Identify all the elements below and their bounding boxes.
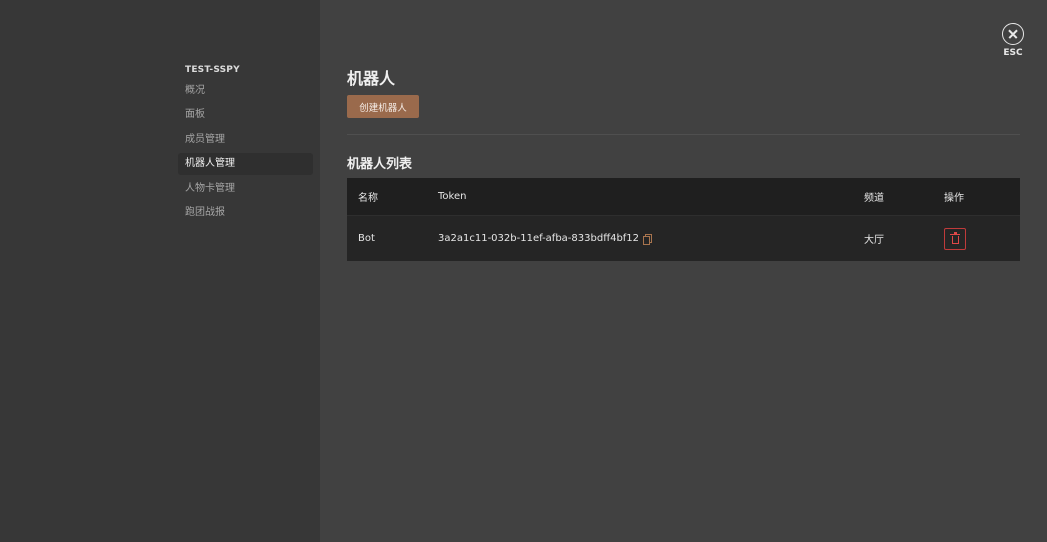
bot-name: Bot xyxy=(358,233,375,244)
table-row: Bot 3a2a1c11-032b-11ef-afba-833bdff4bf12… xyxy=(347,216,1020,261)
server-name: TEST-SSPY xyxy=(185,65,240,75)
page-title: 机器人 xyxy=(347,69,396,88)
trash-icon xyxy=(950,232,960,244)
column-header-channel: 频道 xyxy=(864,193,884,204)
bot-channel: 大厅 xyxy=(864,235,884,246)
copy-icon[interactable] xyxy=(643,233,653,245)
sidebar-nav: TEST-SSPY 概况 面板 成员管理 机器人管理 人物卡管理 跑团战报 xyxy=(178,63,313,224)
close-circle-icon[interactable] xyxy=(1002,23,1024,45)
bot-token-cell: 3a2a1c11-032b-11ef-afba-833bdff4bf12 xyxy=(427,233,853,245)
sidebar-item-overview[interactable]: 概况 xyxy=(178,80,313,102)
settings-modal: TEST-SSPY 概况 面板 成员管理 机器人管理 人物卡管理 跑团战报 ES… xyxy=(0,0,1047,542)
main-content: ESC 机器人 创建机器人 机器人列表 名称 Token 频道 操作 Bot 3… xyxy=(320,0,1047,542)
bot-list-title: 机器人列表 xyxy=(347,157,413,172)
sidebar: TEST-SSPY 概况 面板 成员管理 机器人管理 人物卡管理 跑团战报 xyxy=(0,0,320,542)
sidebar-item-session-reports[interactable]: 跑团战报 xyxy=(178,202,313,224)
divider xyxy=(347,134,1020,135)
bot-token: 3a2a1c11-032b-11ef-afba-833bdff4bf12 xyxy=(438,233,640,244)
delete-bot-button[interactable] xyxy=(944,227,966,250)
sidebar-item-bots[interactable]: 机器人管理 xyxy=(178,153,313,175)
esc-label: ESC xyxy=(1003,48,1023,58)
close-button[interactable]: ESC xyxy=(1001,23,1025,58)
column-header-name: 名称 xyxy=(358,193,378,204)
sidebar-item-panel[interactable]: 面板 xyxy=(178,104,313,126)
column-header-operation: 操作 xyxy=(944,193,964,204)
sidebar-item-character-cards[interactable]: 人物卡管理 xyxy=(178,178,313,200)
bot-table: 名称 Token 频道 操作 Bot 3a2a1c11-032b-11ef-af… xyxy=(347,178,1020,261)
operation-cell xyxy=(933,227,1020,250)
column-header-token: Token xyxy=(438,191,467,202)
table-header: 名称 Token 频道 操作 xyxy=(347,178,1020,216)
create-bot-button[interactable]: 创建机器人 xyxy=(347,95,419,118)
sidebar-item-members[interactable]: 成员管理 xyxy=(178,129,313,151)
